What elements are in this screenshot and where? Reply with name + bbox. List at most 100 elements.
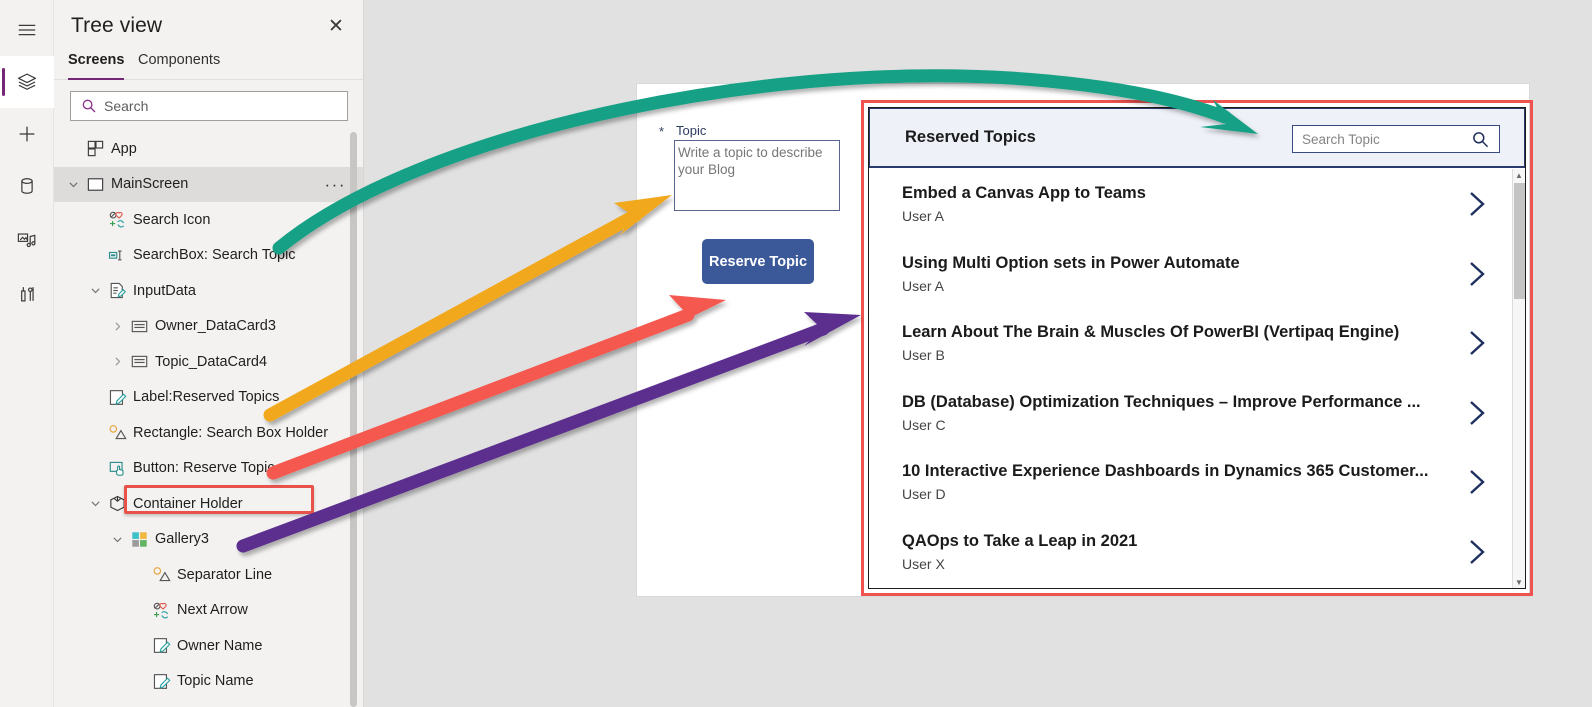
chevron-right-icon[interactable] xyxy=(112,356,123,367)
gallery-row-topic: 10 Interactive Experience Dashboards in … xyxy=(902,462,1429,480)
tree-item-label: MainScreen xyxy=(111,176,189,193)
sidebar-item-tree-view[interactable] xyxy=(0,56,54,108)
button-icon xyxy=(109,461,124,476)
advanced-tools-icon xyxy=(21,287,34,302)
tab-screens[interactable]: Screens xyxy=(68,52,125,80)
tree-item-topic-name[interactable]: Topic Name xyxy=(54,664,363,700)
tree-view-layers-icon xyxy=(17,73,37,90)
search-topic-input[interactable] xyxy=(1302,131,1452,147)
scrollbar-thumb[interactable] xyxy=(1514,183,1525,299)
chevron-right-icon[interactable] xyxy=(1465,190,1489,218)
search-input[interactable] xyxy=(104,98,329,114)
sidebar-item-media[interactable] xyxy=(0,214,54,266)
tree-item-search-icon[interactable]: Search Icon xyxy=(54,202,363,238)
media-icon xyxy=(17,233,36,248)
tree-item-inputdata[interactable]: InputData xyxy=(54,273,363,309)
chevron-right-icon[interactable] xyxy=(1465,260,1489,288)
tree-item-owner-name[interactable]: Owner Name xyxy=(54,628,363,664)
sidebar-item-data[interactable] xyxy=(0,160,54,212)
datacard-icon xyxy=(131,356,148,368)
tree-item-label: Label:Reserved Topics xyxy=(133,389,280,406)
tree-item-container-holder[interactable]: Container Holder xyxy=(54,486,363,522)
sidebar-item-insert[interactable] xyxy=(0,108,54,160)
tree-item-label: Gallery3 xyxy=(155,531,209,548)
gallery-title-label: Reserved Topics xyxy=(905,128,1036,146)
gallery-row[interactable]: QAOps to Take a Leap in 2021 User X xyxy=(869,517,1513,587)
chevron-down-icon[interactable] xyxy=(90,498,101,509)
overflow-menu-icon[interactable]: ··· xyxy=(325,176,346,193)
tree-item-label: Search Icon xyxy=(133,211,211,228)
tree-item-label: Button: Reserve Topic xyxy=(133,460,275,477)
gallery-search-box[interactable] xyxy=(1292,125,1500,153)
gallery-row-list: Embed a Canvas App to Teams User A Using M… xyxy=(869,169,1513,588)
chevron-right-icon[interactable] xyxy=(1465,468,1489,496)
tree-item-label: Owner Name xyxy=(177,637,263,654)
search-icon xyxy=(82,99,96,113)
gallery-scrollbar[interactable]: ▲ ▼ xyxy=(1512,169,1525,588)
reserve-topic-button[interactable]: Reserve Topic xyxy=(702,239,814,284)
gallery-row[interactable]: Embed a Canvas App to Teams User A xyxy=(869,169,1513,239)
gallery-row-owner: User D xyxy=(902,486,946,502)
tree-item-label-reserved-topics[interactable]: Label:Reserved Topics xyxy=(54,380,363,416)
icon-control xyxy=(109,211,125,228)
gallery-row-owner: User C xyxy=(902,416,946,433)
tree-view-header: Tree view ✕ xyxy=(54,0,363,52)
app-icon xyxy=(87,141,104,157)
close-icon[interactable]: ✕ xyxy=(325,15,347,37)
tree-item-owner-datacard3[interactable]: Owner_DataCard3 xyxy=(54,309,363,345)
container-icon xyxy=(110,496,125,512)
chevron-down-icon[interactable] xyxy=(90,285,101,296)
tree-item-separator-line[interactable]: Separator Line xyxy=(54,557,363,593)
screen-icon xyxy=(87,177,104,191)
gallery-icon xyxy=(132,532,147,547)
gallery-row[interactable]: Learn About The Brain & Muscles Of Power… xyxy=(869,308,1513,378)
tree-item-button-reserve-topic[interactable]: Button: Reserve Topic xyxy=(54,451,363,487)
scroll-down-arrow-icon[interactable]: ▼ xyxy=(1513,576,1525,588)
chevron-down-icon[interactable] xyxy=(112,534,123,545)
tree-item-rectangle-search-box-holder[interactable]: Rectangle: Search Box Holder xyxy=(54,415,363,451)
tree-item-gallery3[interactable]: Gallery3 xyxy=(54,522,363,558)
gallery-row-owner: User A xyxy=(902,208,945,224)
tab-components[interactable]: Components xyxy=(138,52,220,80)
tree-search-box[interactable] xyxy=(70,91,348,121)
chevron-right-icon[interactable] xyxy=(1465,538,1489,566)
tree-view-panel: Tree view ✕ Screens Components App MainSc… xyxy=(54,0,364,707)
label-icon xyxy=(153,673,171,689)
tree-item-label: InputData xyxy=(133,282,196,299)
tree-item-mainscreen[interactable]: MainScreen ··· xyxy=(54,166,363,202)
gallery-row[interactable]: 10 Interactive Experience Dashboards in … xyxy=(869,447,1513,517)
sidebar-item-advanced-tools[interactable] xyxy=(0,268,54,320)
tree-scrollbar[interactable] xyxy=(350,132,357,707)
power-apps-studio-screenshot: Tree view ✕ Screens Components App MainSc… xyxy=(0,0,1592,707)
gallery-row-topic: QAOps to Take a Leap in 2021 xyxy=(902,531,1138,550)
tree-item-label: Rectangle: Search Box Holder xyxy=(133,424,329,441)
textinput-icon xyxy=(108,250,122,261)
tree-item-searchbox-search-topic[interactable]: SearchBox: Search Topic xyxy=(54,238,363,274)
chevron-right-icon[interactable] xyxy=(1465,399,1489,427)
tree-item-app[interactable]: App xyxy=(54,131,363,167)
required-asterisk: * xyxy=(659,124,665,139)
chevron-right-icon[interactable] xyxy=(1465,329,1489,357)
icon-control xyxy=(153,602,169,619)
page-title: Tree view xyxy=(71,14,163,37)
hamburger-menu-glyph xyxy=(18,24,36,36)
gallery-row-topic: Learn About The Brain & Muscles Of Power… xyxy=(902,323,1400,341)
gallery-row-topic: DB (Database) Optimization Techniques – … xyxy=(902,392,1421,411)
tree-item-label: Next Arrow xyxy=(177,602,248,619)
left-icon-rail xyxy=(0,0,54,707)
gallery-row[interactable]: DB (Database) Optimization Techniques – … xyxy=(869,378,1513,448)
topic-input-placeholder: Write a topic to describe your Blog xyxy=(678,145,823,177)
topic-field-label: Topic xyxy=(676,123,707,138)
datacard-icon xyxy=(131,320,148,332)
tree-item-next-arrow[interactable]: Next Arrow xyxy=(54,593,363,629)
chevron-down-icon[interactable] xyxy=(68,179,79,190)
hamburger-menu-icon[interactable] xyxy=(0,4,54,56)
gallery-row-owner: User B xyxy=(902,347,945,363)
gallery-row[interactable]: Using Multi Option sets in Power Automat… xyxy=(869,239,1513,309)
tree-item-topic-datacard4[interactable]: Topic_DataCard4 xyxy=(54,344,363,380)
search-icon[interactable] xyxy=(1471,130,1490,149)
chevron-right-icon[interactable] xyxy=(112,321,123,332)
tree-item-label: Topic_DataCard4 xyxy=(155,353,268,370)
scroll-up-arrow-icon[interactable]: ▲ xyxy=(1513,169,1525,182)
tree-item-label: Owner_DataCard3 xyxy=(155,318,276,335)
